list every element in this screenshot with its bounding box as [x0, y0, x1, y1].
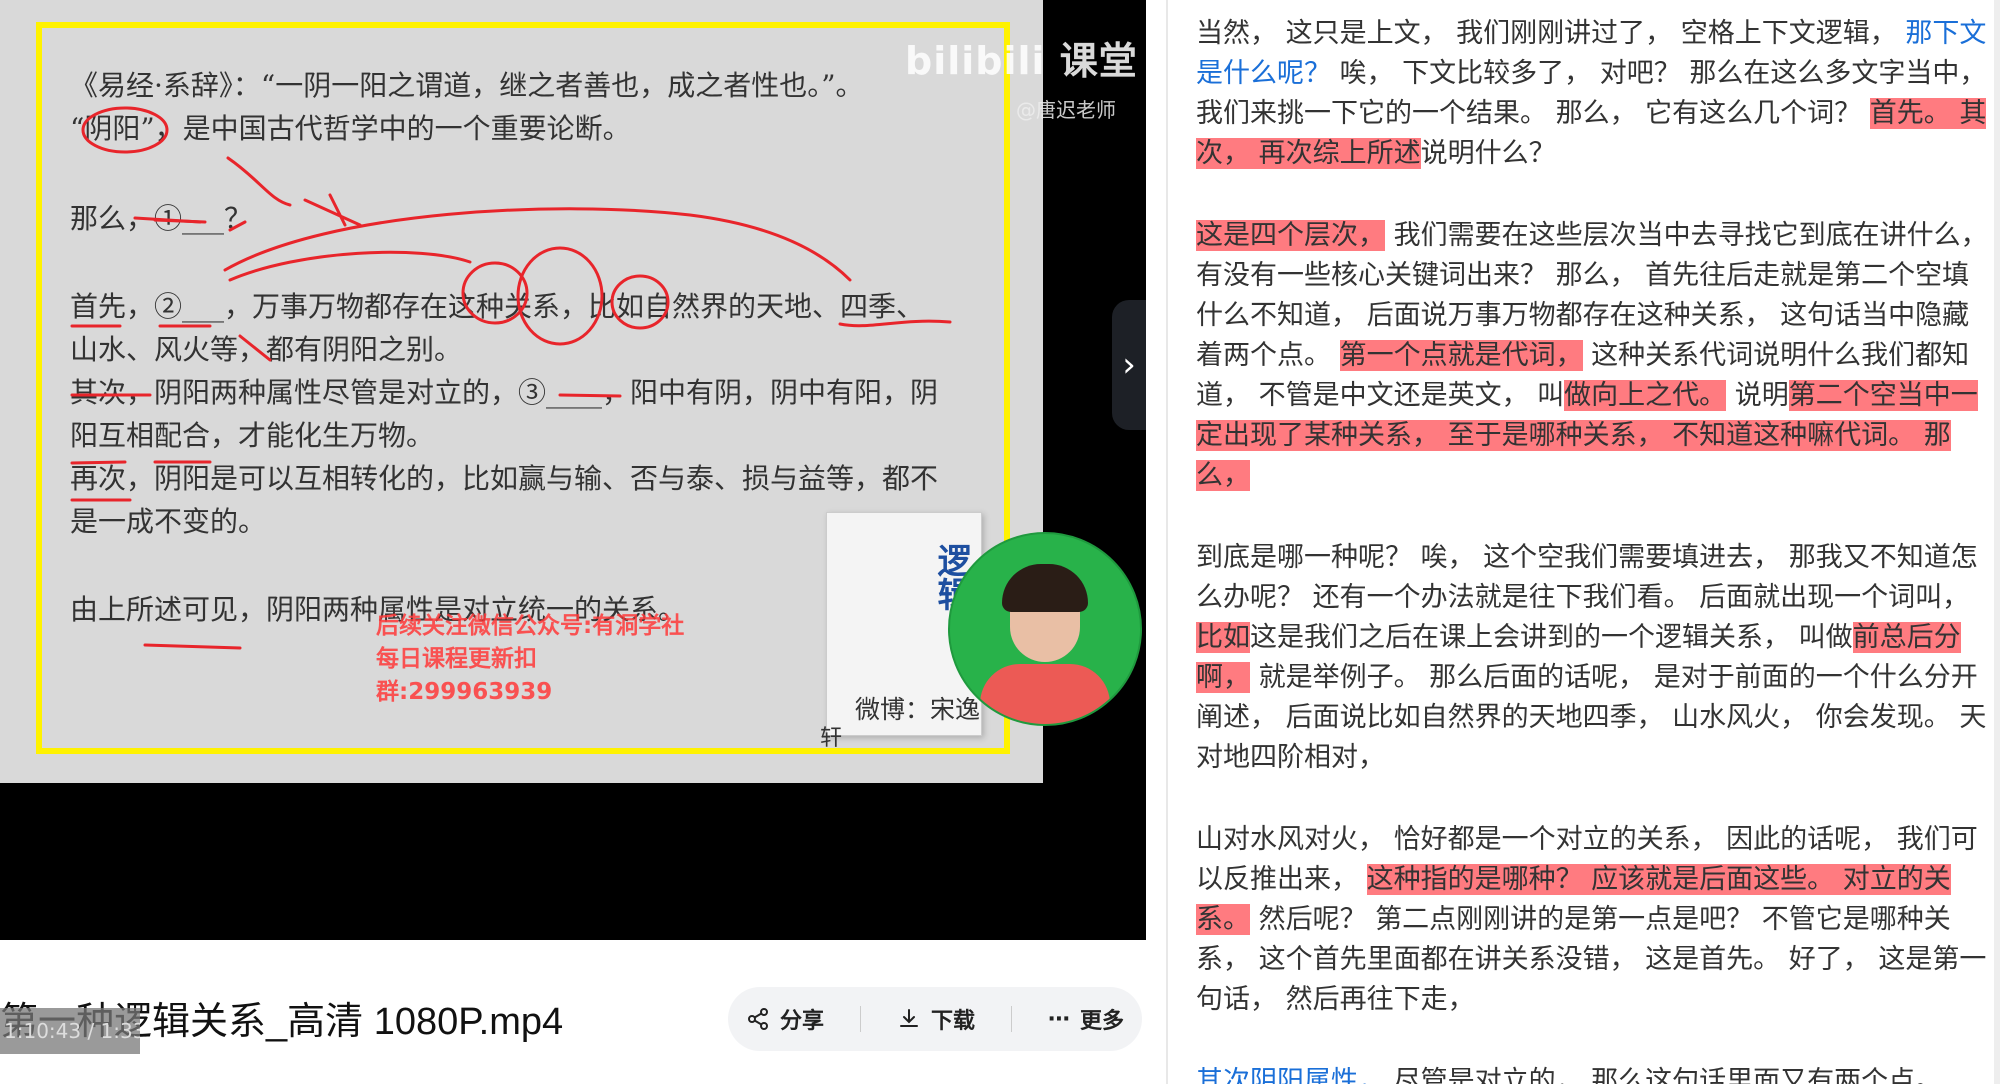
more-button[interactable]: ⋯ 更多 [1048, 1003, 1124, 1035]
promo-line-2: 每日课程更新扣群:299963939 [376, 646, 553, 705]
transcript-text: 当然， 这只是上文， 我们刚刚讲过了， 空格上下文逻辑， [1196, 18, 1906, 49]
divider [859, 1006, 861, 1032]
transcript-highlight: 这是四个层次， [1196, 220, 1385, 251]
transcript-text: 这是我们之后在课上会讲到的一个逻辑关系， 叫做 [1250, 622, 1853, 653]
transcript-highlight: 第一个点就是代词， [1339, 340, 1583, 371]
transcript-highlight: 做向上之代。 [1564, 380, 1727, 411]
transcript-paragraph-5: 其次阴阳属性， 尽管是对立的， 那么这句话里面又有两个点。 [1196, 1062, 1996, 1084]
lecture-slide: 《易经·系辞》：“一阴一阳之谓道，继之者善也，成之者性也。”。 “阴阳”，是中国… [0, 0, 1043, 783]
transcript-text: 说明 [1726, 380, 1789, 411]
transcript-paragraph-3: 到底是哪一种呢？ 唉， 这个空我们需要填进去， 那我又不知道怎么办呢？ 还有一个… [1196, 538, 1996, 778]
share-icon [747, 1008, 768, 1030]
chevron-right-icon[interactable]: › [1112, 300, 1146, 430]
teacher-body [980, 664, 1110, 724]
video-player[interactable]: 《易经·系辞》：“一阴一阳之谓道，继之者善也，成之者性也。”。 “阴阳”，是中国… [0, 0, 1146, 940]
transcript-link-text[interactable]: 其次阴阳属性， [1196, 1066, 1385, 1084]
playback-time: 1:10:43 / 1:33: [0, 1008, 140, 1054]
weibo-credit-tail: 轩 [820, 726, 843, 751]
download-label: 下载 [930, 1009, 975, 1034]
promo-line-1: 后续关注微信公众号:有洞学社 [376, 613, 685, 639]
transcript-text: 就是举例子。 那么后面的话呢， 是对于前面的一个什么分开阐述， 后面说比如自然界… [1196, 662, 1987, 773]
transcript-panel[interactable]: 当然， 这只是上文， 我们刚刚讲过了， 空格上下文逻辑， 那下文是什么呢？ 唉，… [1196, 0, 1996, 1084]
more-dots-icon: ⋯ [1047, 1006, 1070, 1032]
share-button[interactable]: 分享 [746, 1003, 824, 1035]
transcript-text: 到底是哪一种呢？ 唉， 这个空我们需要填进去， 那我又不知道怎么办呢？ 还有一个… [1196, 542, 1978, 613]
download-icon [899, 1009, 918, 1027]
action-bar: 分享 下载 ⋯ 更多 [728, 987, 1142, 1051]
promo-overlay: 后续关注微信公众号:有洞学社 每日课程更新扣群:299963939 [376, 610, 706, 709]
transcript-highlight: 比如 [1196, 622, 1250, 653]
transcript-paragraph-2: 这是四个层次， 我们需要在这些层次当中去寻找它到底在讲什么， 有没有一些核心关键… [1196, 216, 1996, 496]
transcript-paragraph-1: 当然， 这只是上文， 我们刚刚讲过了， 空格上下文逻辑， 那下文是什么呢？ 唉，… [1196, 14, 1996, 174]
transcript-paragraph-4: 山对水风对火， 恰好都是一个对立的关系， 因此的话呢， 我们可以反推出来， 这种… [1196, 820, 1996, 1020]
share-label: 分享 [779, 1009, 824, 1034]
channel-watermark: @唐迟老师 [1016, 98, 1116, 122]
transcript-text: 然后呢？ 第二点刚刚讲的是第一点是吧？ 不管它是哪种关系， 这个首先里面都在讲关… [1196, 904, 1987, 1015]
panel-divider [1166, 0, 1168, 1084]
weibo-credit: 微博：宋逸 [855, 695, 981, 724]
transcript-text: 尽管是对立的， 那么这句话里面又有两个点。 [1385, 1066, 1943, 1084]
teacher-hair [1002, 564, 1088, 612]
bilibili-watermark: bilibili 课堂 [905, 39, 1138, 83]
download-button[interactable]: 下载 [897, 1003, 975, 1035]
divider [1010, 1006, 1012, 1032]
transcript-scrollbar[interactable] [1994, 0, 2000, 1084]
more-label: 更多 [1079, 1009, 1124, 1034]
teacher-webcam [948, 532, 1142, 726]
transcript-text: 说明什么？ [1420, 138, 1556, 169]
